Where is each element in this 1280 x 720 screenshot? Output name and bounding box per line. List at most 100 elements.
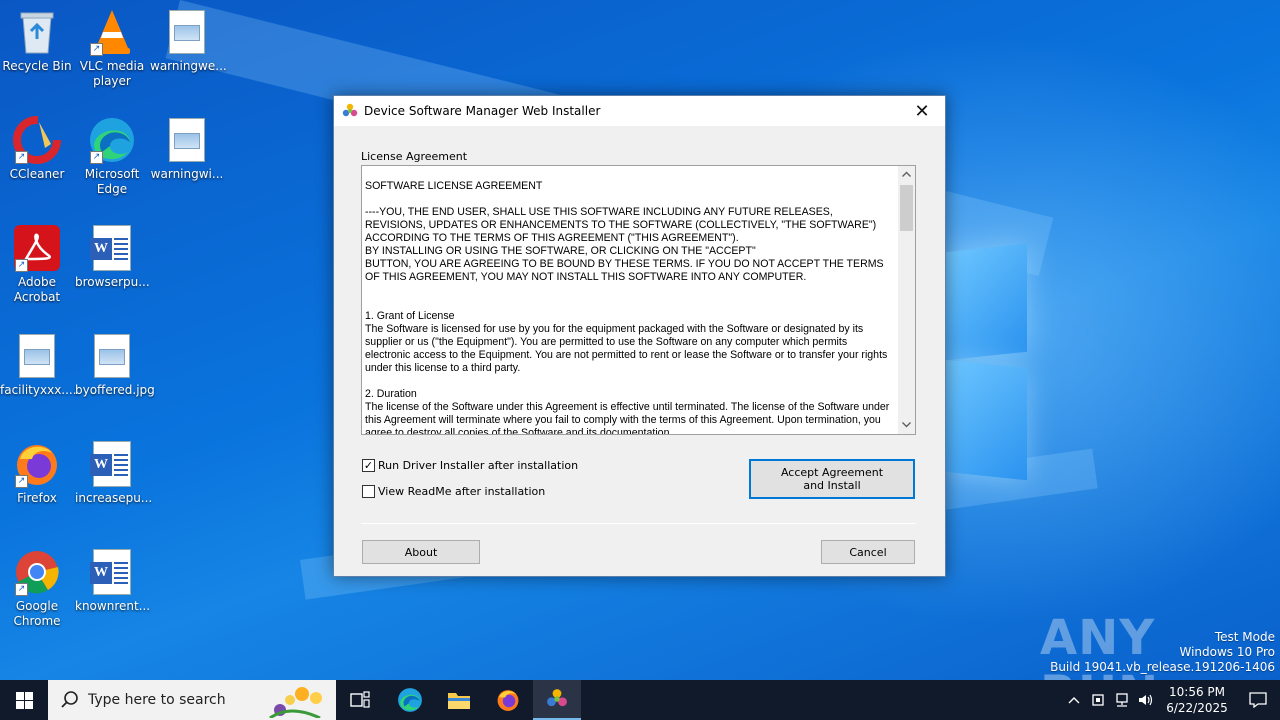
chrome-icon: ↗ bbox=[13, 548, 61, 596]
scrollbar-thumb[interactable] bbox=[900, 185, 913, 231]
clock-date: 6/22/2025 bbox=[1166, 701, 1228, 715]
desktop-icon-adobe-acrobat[interactable]: ↗ Adobe Acrobat bbox=[0, 224, 74, 305]
accept-agreement-install-button[interactable]: Accept Agreement and Install bbox=[749, 459, 915, 499]
cancel-button[interactable]: Cancel bbox=[821, 540, 915, 564]
desktop-icon-browserpu-file[interactable]: W browserpu... bbox=[75, 224, 150, 290]
license-text-area[interactable]: SOFTWARE LICENSE AGREEMENT ----YOU, THE … bbox=[361, 165, 916, 435]
dialog-separator bbox=[361, 523, 916, 524]
taskbar-edge-button[interactable] bbox=[386, 680, 434, 720]
image-file-icon bbox=[88, 332, 136, 380]
shortcut-arrow-icon: ↗ bbox=[15, 259, 28, 272]
desktop-icon-recycle-bin[interactable]: Recycle Bin bbox=[0, 8, 74, 74]
desktop-icon-label: VLC media player bbox=[79, 59, 145, 88]
search-placeholder: Type here to search bbox=[88, 692, 226, 708]
app-icon bbox=[342, 103, 358, 119]
run-driver-installer-checkbox[interactable]: ✓ bbox=[362, 459, 375, 472]
security-tray-icon[interactable] bbox=[1086, 680, 1110, 720]
taskbar-clock[interactable]: 10:56 PM 6/22/2025 bbox=[1158, 684, 1236, 716]
search-highlight-flowers-icon bbox=[260, 684, 330, 720]
edge-icon: ↗ bbox=[88, 116, 136, 164]
run-driver-installer-option[interactable]: ✓ Run Driver Installer after installatio… bbox=[362, 459, 578, 472]
taskbar: Type here to search 10:56 PM 6/22/2025 bbox=[0, 680, 1280, 720]
installer-dialog: Device Software Manager Web Installer ✕ … bbox=[333, 95, 946, 577]
desktop-icon-label: CCleaner bbox=[9, 167, 65, 181]
desktop-icon-microsoft-edge[interactable]: ↗ Microsoft Edge bbox=[75, 116, 149, 197]
desktop-icon-google-chrome[interactable]: ↗ Google Chrome bbox=[0, 548, 74, 629]
acrobat-icon: ↗ bbox=[13, 224, 61, 272]
edge-icon bbox=[398, 688, 422, 712]
notification-center-button[interactable] bbox=[1236, 680, 1280, 720]
desktop-icon-label: facilityxxx.... bbox=[0, 383, 77, 397]
task-view-icon bbox=[350, 691, 370, 708]
desktop-icon-increasepu-file[interactable]: W increasepu... bbox=[75, 440, 153, 506]
clock-time: 10:56 PM bbox=[1169, 685, 1225, 699]
build-label: Build 19041.vb_release.191206-1406 bbox=[1050, 660, 1275, 674]
start-button[interactable] bbox=[0, 680, 48, 720]
desktop-icon-label: increasepu... bbox=[75, 491, 153, 505]
desktop-icon-label: Recycle Bin bbox=[2, 59, 72, 73]
about-button[interactable]: About bbox=[362, 540, 480, 564]
desktop-icon-vlc[interactable]: ↗ VLC media player bbox=[75, 8, 149, 89]
view-readme-label: View ReadMe after installation bbox=[378, 485, 546, 498]
image-file-icon bbox=[163, 8, 211, 56]
close-button[interactable]: ✕ bbox=[899, 96, 945, 126]
word-doc-icon: W bbox=[88, 548, 136, 596]
word-doc-icon: W bbox=[88, 440, 136, 488]
windows-start-icon bbox=[15, 691, 33, 709]
ccleaner-icon: ↗ bbox=[13, 116, 61, 164]
desktop-icon-ccleaner[interactable]: ↗ CCleaner bbox=[0, 116, 74, 182]
search-icon bbox=[60, 690, 80, 710]
taskbar-firefox-button[interactable] bbox=[484, 680, 532, 720]
network-icon[interactable] bbox=[1110, 680, 1134, 720]
shortcut-arrow-icon: ↗ bbox=[90, 43, 103, 56]
firefox-icon bbox=[497, 690, 519, 711]
desktop-icon-label: Google Chrome bbox=[13, 599, 61, 628]
view-readme-checkbox[interactable] bbox=[362, 485, 375, 498]
desktop-icon-firefox[interactable]: ↗ Firefox bbox=[0, 440, 74, 506]
windows-logo-pane bbox=[945, 359, 1027, 481]
view-readme-option[interactable]: View ReadMe after installation bbox=[362, 485, 545, 498]
license-agreement-label: License Agreement bbox=[361, 150, 468, 163]
desktop-icon-knownrent-file[interactable]: W knownrent... bbox=[75, 548, 151, 614]
scroll-down-icon[interactable] bbox=[898, 417, 915, 434]
taskbar-search-box[interactable]: Type here to search bbox=[48, 680, 336, 720]
license-text: SOFTWARE LICENSE AGREEMENT ----YOU, THE … bbox=[365, 180, 890, 435]
desktop-icon-warningwi-file[interactable]: warningwi... bbox=[150, 116, 224, 182]
windows-edition-label: Windows 10 Pro bbox=[1179, 645, 1275, 659]
license-scrollbar[interactable] bbox=[898, 166, 915, 434]
windows-logo-pane bbox=[945, 243, 1027, 361]
desktop-icon-label: byoffered.jpg bbox=[75, 383, 155, 397]
system-info: Test Mode Windows 10 Pro Build 19041.vb_… bbox=[1050, 630, 1275, 675]
shortcut-arrow-icon: ↗ bbox=[15, 583, 28, 596]
desktop-icon-byoffered-file[interactable]: byoffered.jpg bbox=[75, 332, 155, 398]
desktop-icon-label: Adobe Acrobat bbox=[13, 275, 61, 304]
desktop-icon-warningwe-file[interactable]: warningwe... bbox=[150, 8, 227, 74]
volume-icon[interactable] bbox=[1134, 680, 1158, 720]
folder-icon bbox=[448, 693, 470, 709]
task-view-button[interactable] bbox=[336, 680, 384, 720]
shortcut-arrow-icon: ↗ bbox=[15, 475, 28, 488]
recycle-bin-icon bbox=[13, 8, 61, 56]
dialog-titlebar[interactable]: Device Software Manager Web Installer ✕ bbox=[334, 96, 945, 126]
installer-app-icon bbox=[547, 689, 567, 707]
notification-icon bbox=[1249, 692, 1267, 708]
desktop-icon-label: browserpu... bbox=[75, 275, 150, 289]
taskbar-file-explorer-button[interactable] bbox=[435, 680, 483, 720]
desktop-icon-facility-file[interactable]: facilityxxx.... bbox=[0, 332, 77, 398]
desktop-icon-label: Firefox bbox=[17, 491, 57, 505]
desktop-icon-label: warningwe... bbox=[150, 59, 227, 73]
shortcut-arrow-icon: ↗ bbox=[15, 151, 28, 164]
scroll-up-icon[interactable] bbox=[898, 166, 915, 183]
taskbar-installer-button[interactable] bbox=[533, 680, 581, 720]
desktop-icon-label: knownrent... bbox=[75, 599, 151, 613]
system-tray: 10:56 PM 6/22/2025 bbox=[1062, 680, 1280, 720]
desktop-icon-label: warningwi... bbox=[150, 167, 224, 181]
dialog-title: Device Software Manager Web Installer bbox=[364, 104, 601, 118]
firefox-icon: ↗ bbox=[13, 440, 61, 488]
image-file-icon bbox=[163, 116, 211, 164]
run-driver-installer-label: Run Driver Installer after installation bbox=[378, 459, 579, 472]
desktop-icon-label: Microsoft Edge bbox=[84, 167, 140, 196]
chevron-up-icon[interactable] bbox=[1062, 680, 1086, 720]
test-mode-label: Test Mode bbox=[1214, 630, 1275, 644]
word-doc-icon: W bbox=[88, 224, 136, 272]
